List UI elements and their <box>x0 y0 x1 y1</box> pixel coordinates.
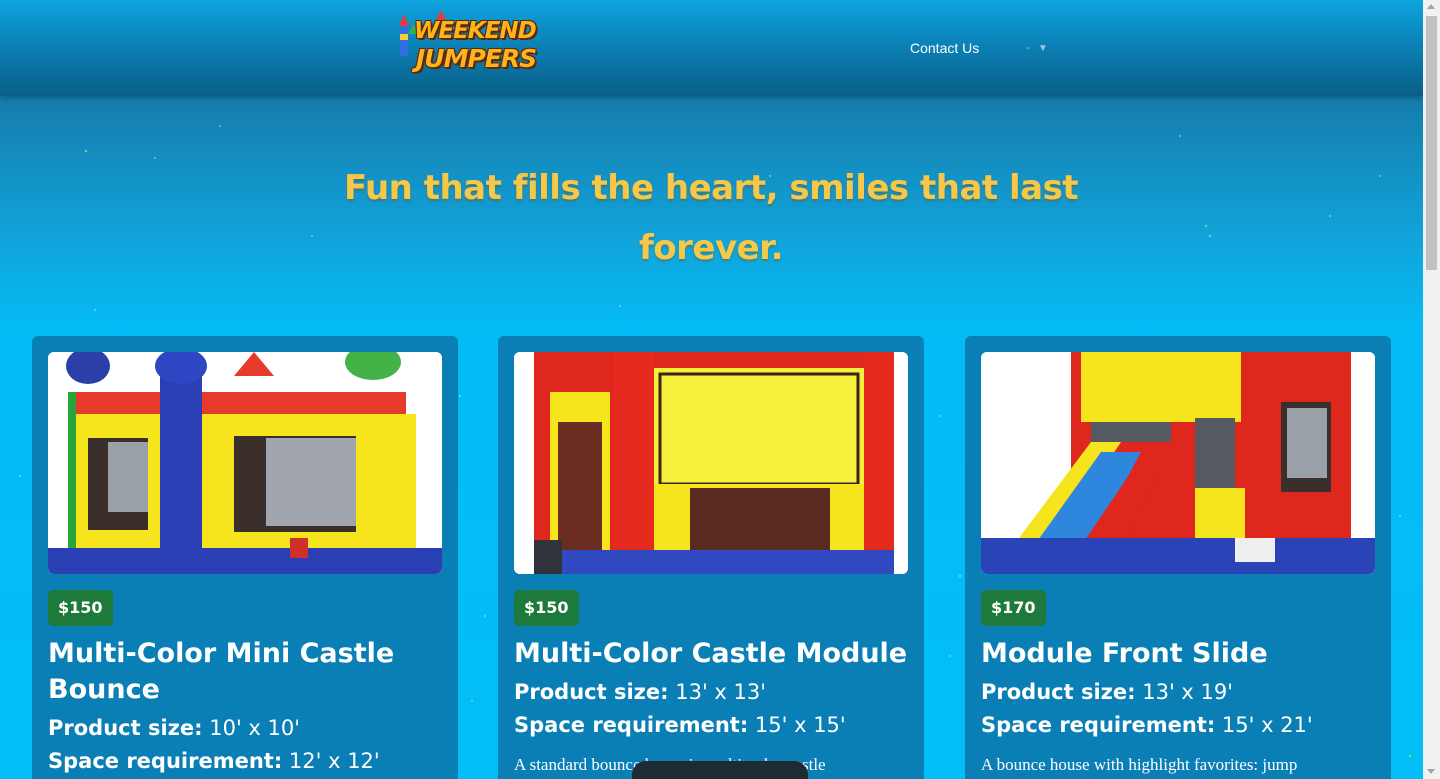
product-title[interactable]: Multi-Color Castle Module <box>514 636 914 672</box>
site-header: WEEKEND JUMPERS Contact Us - ▼ <box>0 0 1423 96</box>
product-size-label: Product size: <box>48 716 203 740</box>
space-requirement-value: 15' x 21' <box>1221 713 1313 737</box>
product-image-module-front-slide[interactable] <box>981 352 1375 574</box>
price-badge: $150 <box>514 590 579 626</box>
space-requirement: Space requirement: 15' x 21' <box>981 713 1313 737</box>
hero-tagline: Fun that fills the heart, smiles that la… <box>343 168 1079 268</box>
scroll-up-arrow-icon[interactable] <box>1427 4 1435 9</box>
product-description: A bounce house with highlight favorites:… <box>981 755 1298 774</box>
logo-text-line1: WEEKEND <box>414 18 537 44</box>
mini-castle-illustration <box>48 352 442 574</box>
space-requirement-label: Space requirement: <box>514 713 749 737</box>
product-size: Product size: 13' x 19' <box>981 680 1233 704</box>
dropdown-value: - <box>1026 40 1030 54</box>
caret-down-icon: ▼ <box>1038 43 1048 54</box>
product-card[interactable]: $150 Multi-Color Castle Module Product s… <box>498 336 924 779</box>
product-size-value: 13' x 19' <box>1142 680 1233 704</box>
floating-toolbar[interactable] <box>632 761 808 779</box>
space-requirement-value: 12' x 12' <box>288 749 380 773</box>
page-scrollbar[interactable] <box>1423 0 1440 779</box>
product-image-mini-castle[interactable] <box>48 352 442 574</box>
space-requirement-label: Space requirement: <box>981 713 1216 737</box>
product-title[interactable]: Module Front Slide <box>981 636 1381 672</box>
space-requirement-value: 15' x 15' <box>754 713 846 737</box>
space-requirement: Space requirement: 12' x 12' <box>48 749 380 773</box>
scroll-down-arrow-icon[interactable] <box>1427 769 1435 774</box>
product-card[interactable]: $150 Multi-Color Mini Castle Bounce Prod… <box>32 336 458 779</box>
weekend-jumpers-logo[interactable]: WEEKEND JUMPERS <box>396 10 558 78</box>
nav-language-dropdown[interactable]: - ▼ <box>1026 40 1048 54</box>
logo-text-line2: JUMPERS <box>416 44 537 73</box>
product-size: Product size: 13' x 13' <box>514 680 766 704</box>
product-size-label: Product size: <box>981 680 1136 704</box>
space-requirement: Space requirement: 15' x 15' <box>514 713 846 737</box>
space-requirement-label: Space requirement: <box>48 749 283 773</box>
castle-module-illustration <box>514 352 908 574</box>
product-size-value: 10' x 10' <box>209 716 300 740</box>
page: WEEKEND JUMPERS Contact Us - ▼ Fun that f… <box>0 0 1423 779</box>
product-title[interactable]: Multi-Color Mini Castle Bounce <box>48 636 448 708</box>
nav-contact-us[interactable]: Contact Us <box>910 40 979 56</box>
product-size-label: Product size: <box>514 680 669 704</box>
product-size: Product size: 10' x 10' <box>48 716 300 740</box>
scrollbar-thumb[interactable] <box>1426 16 1437 270</box>
product-size-value: 13' x 13' <box>675 680 766 704</box>
front-slide-illustration <box>981 352 1375 574</box>
product-image-castle-module[interactable] <box>514 352 908 574</box>
price-badge: $150 <box>48 590 113 626</box>
product-card[interactable]: $170 Module Front Slide Product size: 13… <box>965 336 1391 779</box>
price-badge: $170 <box>981 590 1046 626</box>
